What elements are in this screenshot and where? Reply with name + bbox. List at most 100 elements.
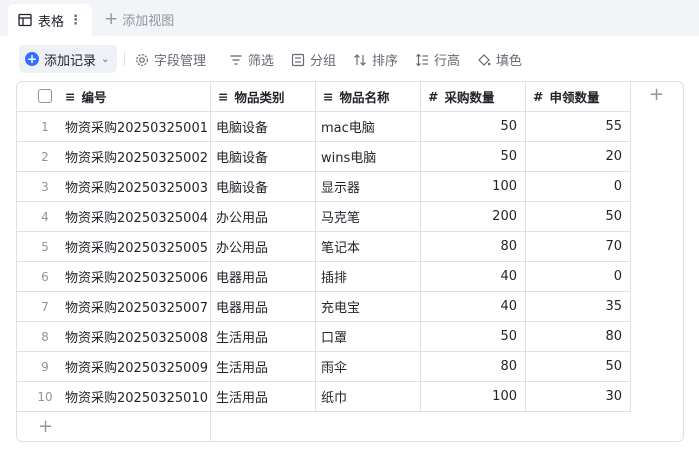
cell-code[interactable]: 8 物资采购20250325008 <box>17 322 211 351</box>
table-row[interactable]: 9 物资采购20250325009 生活用品 雨伞 80 50 <box>17 352 631 382</box>
cell-code[interactable]: 6 物资采购20250325006 <box>17 262 211 291</box>
cell-purchase-qty[interactable]: 50 <box>421 322 526 351</box>
column-header-category-label: 物品类别 <box>234 90 285 105</box>
cell-request-qty[interactable]: 0 <box>526 172 631 201</box>
cell-request-qty[interactable]: 30 <box>526 382 631 411</box>
cell-name[interactable]: 马克笔 <box>316 202 421 231</box>
toolbar: + 添加记录 ⌄ 字段管理 筛选 分组 排序 行高 填色 <box>0 44 699 74</box>
column-header-request-qty[interactable]: # 申领数量 <box>526 82 631 111</box>
table-row[interactable]: 3 物资采购20250325003 电脑设备 显示器 100 0 <box>17 172 631 202</box>
column-header-category[interactable]: ≡ 物品类别 <box>211 82 316 111</box>
column-header-request-qty-label: 申领数量 <box>549 90 600 105</box>
cell-purchase-qty[interactable]: 40 <box>421 262 526 291</box>
cell-code[interactable]: 1 物资采购20250325001 <box>17 112 211 141</box>
cell-code[interactable]: 4 物资采购20250325004 <box>17 202 211 231</box>
cell-name[interactable]: mac电脑 <box>316 112 421 141</box>
cell-category[interactable]: 电脑设备 <box>211 142 316 171</box>
cell-request-qty[interactable]: 70 <box>526 232 631 261</box>
plus-icon: + <box>104 9 119 29</box>
table-row[interactable]: 5 物资采购20250325005 办公用品 笔记本 80 70 <box>17 232 631 262</box>
add-row-button[interactable]: + <box>38 418 53 436</box>
column-header-code[interactable]: ≡ 编号 <box>17 82 211 111</box>
cell-request-qty[interactable]: 50 <box>526 352 631 381</box>
paint-bucket-icon <box>478 53 491 66</box>
sort-button[interactable]: 排序 <box>353 50 398 69</box>
fill-color-label: 填色 <box>496 54 523 69</box>
cell-code[interactable]: 5 物资采购20250325005 <box>17 232 211 261</box>
more-options-icon[interactable]: ⋮ <box>69 13 82 28</box>
cell-code-text: 物资采购20250325009 <box>65 361 208 376</box>
text-field-icon: ≡ <box>218 89 229 104</box>
cell-request-qty[interactable]: 0 <box>526 262 631 291</box>
select-all-checkbox[interactable] <box>38 89 52 103</box>
cell-code-text: 物资采购20250325004 <box>65 211 208 226</box>
table-row[interactable]: 2 物资采购20250325002 电脑设备 wins电脑 50 20 <box>17 142 631 172</box>
table-row[interactable]: 8 物资采购20250325008 生活用品 口罩 50 80 <box>17 322 631 352</box>
cell-name[interactable]: 笔记本 <box>316 232 421 261</box>
gear-icon <box>136 53 148 66</box>
table-workspace: + 添加记录 ⌄ 字段管理 筛选 分组 排序 行高 填色 ≡ 编号 ≡ 物品类别… <box>0 36 699 451</box>
tab-label: 表格 <box>38 14 65 30</box>
cell-category[interactable]: 生活用品 <box>211 382 316 411</box>
cell-code-text: 物资采购20250325002 <box>65 151 208 166</box>
group-button[interactable]: 分组 <box>291 50 336 69</box>
cell-purchase-qty[interactable]: 40 <box>421 292 526 321</box>
cell-category[interactable]: 电脑设备 <box>211 172 316 201</box>
cell-code-text: 物资采购20250325001 <box>65 121 208 136</box>
table-row[interactable]: 4 物资采购20250325004 办公用品 马克笔 200 50 <box>17 202 631 232</box>
column-header-purchase-qty-label: 采购数量 <box>444 90 495 105</box>
row-height-button[interactable]: 行高 <box>415 50 460 69</box>
cell-purchase-qty[interactable]: 80 <box>421 352 526 381</box>
table-row[interactable]: 7 物资采购20250325007 电器用品 充电宝 40 35 <box>17 292 631 322</box>
cell-request-qty[interactable]: 80 <box>526 322 631 351</box>
cell-code[interactable]: 10 物资采购20250325010 <box>17 382 211 411</box>
cell-name[interactable]: 雨伞 <box>316 352 421 381</box>
cell-code-text: 物资采购20250325003 <box>65 181 208 196</box>
cell-category[interactable]: 生活用品 <box>211 322 316 351</box>
cell-code-text: 物资采购20250325005 <box>65 241 208 256</box>
cell-purchase-qty[interactable]: 50 <box>421 142 526 171</box>
cell-request-qty[interactable]: 55 <box>526 112 631 141</box>
cell-purchase-qty[interactable]: 100 <box>421 172 526 201</box>
cell-purchase-qty[interactable]: 200 <box>421 202 526 231</box>
cell-purchase-qty[interactable]: 50 <box>421 112 526 141</box>
cell-name[interactable]: 纸巾 <box>316 382 421 411</box>
cell-category[interactable]: 办公用品 <box>211 232 316 261</box>
column-header-name[interactable]: ≡ 物品名称 <box>316 82 421 111</box>
cell-code[interactable]: 2 物资采购20250325002 <box>17 142 211 171</box>
cell-category[interactable]: 生活用品 <box>211 352 316 381</box>
cell-code[interactable]: 7 物资采购20250325007 <box>17 292 211 321</box>
column-header-purchase-qty[interactable]: # 采购数量 <box>421 82 526 111</box>
cell-name[interactable]: 口罩 <box>316 322 421 351</box>
cell-category[interactable]: 电脑设备 <box>211 112 316 141</box>
cell-category[interactable]: 电器用品 <box>211 262 316 291</box>
cell-purchase-qty[interactable]: 80 <box>421 232 526 261</box>
cell-category[interactable]: 电器用品 <box>211 292 316 321</box>
cell-name[interactable]: 显示器 <box>316 172 421 201</box>
cell-code-text: 物资采购20250325010 <box>65 391 208 406</box>
fill-color-button[interactable]: 填色 <box>477 50 522 69</box>
table-icon <box>18 13 32 27</box>
cell-purchase-qty[interactable]: 100 <box>421 382 526 411</box>
tab-table-view[interactable]: 表格 ⋮ <box>8 4 92 36</box>
cell-request-qty[interactable]: 50 <box>526 202 631 231</box>
cell-category[interactable]: 办公用品 <box>211 202 316 231</box>
table-row[interactable]: 6 物资采购20250325006 电器用品 插排 40 0 <box>17 262 631 292</box>
cell-request-qty[interactable]: 20 <box>526 142 631 171</box>
add-record-button[interactable]: + 添加记录 ⌄ <box>19 45 117 73</box>
cell-code[interactable]: 3 物资采购20250325003 <box>17 172 211 201</box>
cell-name[interactable]: 插排 <box>316 262 421 291</box>
filter-button[interactable]: 筛选 <box>229 50 274 69</box>
field-manage-button[interactable]: 字段管理 <box>135 50 206 69</box>
chevron-down-icon[interactable]: ⌄ <box>101 54 109 65</box>
field-manage-label: 字段管理 <box>154 54 207 69</box>
table-row[interactable]: 1 物资采购20250325001 电脑设备 mac电脑 50 55 <box>17 112 631 142</box>
row-height-icon <box>416 53 428 66</box>
add-column-button[interactable]: + <box>649 86 664 104</box>
table-row[interactable]: 10 物资采购20250325010 生活用品 纸巾 100 30 <box>17 382 631 412</box>
cell-name[interactable]: wins电脑 <box>316 142 421 171</box>
add-view-button[interactable]: + 添加视图 <box>104 9 174 30</box>
cell-name[interactable]: 充电宝 <box>316 292 421 321</box>
cell-request-qty[interactable]: 35 <box>526 292 631 321</box>
cell-code[interactable]: 9 物资采购20250325009 <box>17 352 211 381</box>
